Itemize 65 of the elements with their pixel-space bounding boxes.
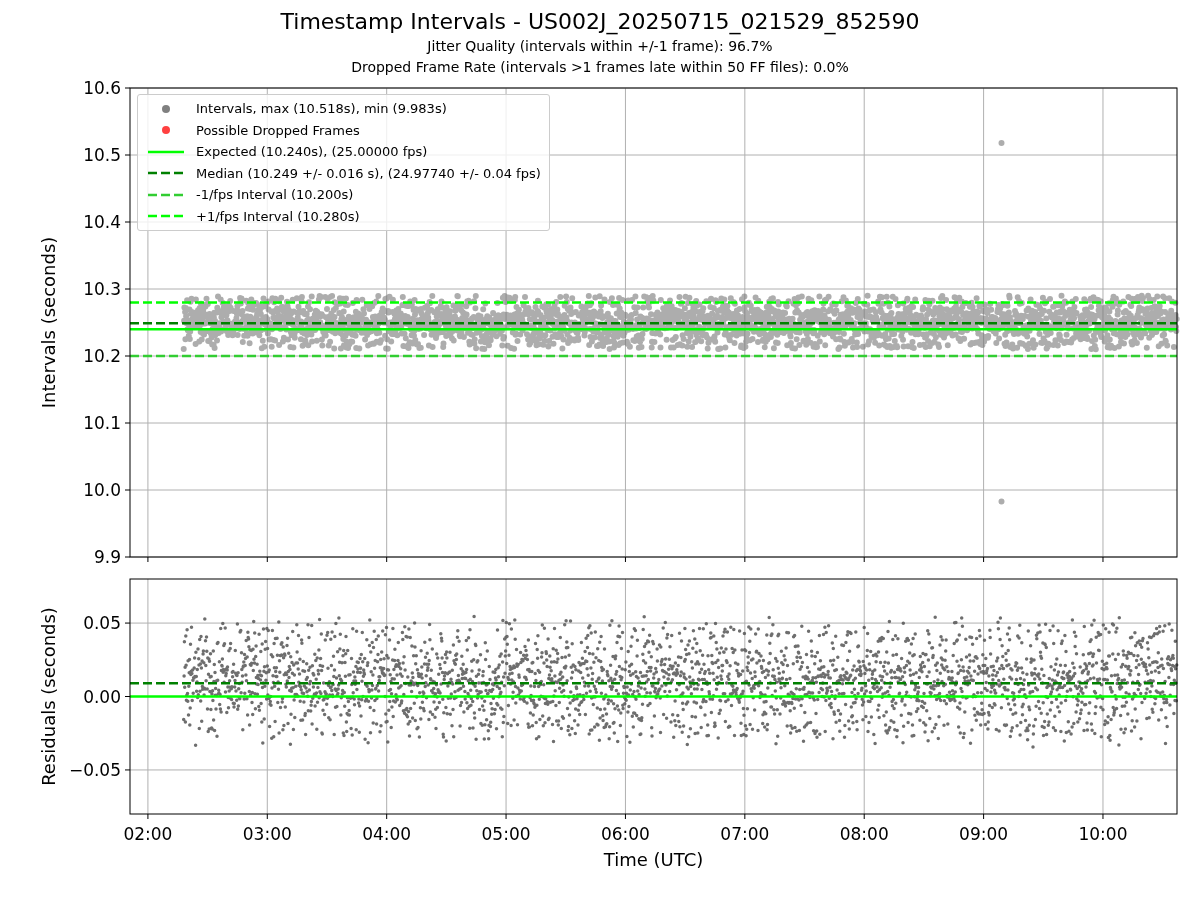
x-tick-label: 06:00 xyxy=(600,824,650,844)
y-tick-label: 0.05 xyxy=(83,613,121,634)
y-tick-label: −0.05 xyxy=(68,759,121,780)
tick-mark xyxy=(124,769,131,771)
tick-mark xyxy=(266,813,268,820)
legend-line-icon xyxy=(148,215,184,218)
tick-mark xyxy=(124,422,131,424)
tick-mark xyxy=(1102,813,1104,820)
tick-mark xyxy=(624,556,626,563)
tick-mark xyxy=(744,813,746,820)
tick-mark xyxy=(147,813,149,820)
y-tick-label: 10.4 xyxy=(83,212,121,232)
y-tick-label: 10.6 xyxy=(83,78,121,98)
tick-mark xyxy=(124,288,131,290)
x-tick-label: 05:00 xyxy=(481,824,531,844)
legend-label: Intervals, max (10.518s), min (9.983s) xyxy=(196,100,447,118)
tick-mark xyxy=(863,813,865,820)
chart-subtitle: Dropped Frame Rate (intervals >1 frames late within 50 FF files): 0.0% xyxy=(351,58,849,77)
tick-mark xyxy=(124,622,131,624)
x-tick-label: 09:00 xyxy=(959,824,1009,844)
tick-mark xyxy=(1102,556,1104,563)
legend-line-icon xyxy=(148,150,184,153)
tick-mark xyxy=(124,696,131,697)
y-axis-label: Residuals (seconds) xyxy=(38,607,59,786)
y-tick-label: 10.0 xyxy=(83,480,121,500)
y-tick-label: 10.1 xyxy=(83,413,121,433)
tick-mark xyxy=(124,87,131,89)
y-tick-label: 10.3 xyxy=(83,279,121,299)
tick-mark xyxy=(624,813,626,820)
legend-label: -1/fps Interval (10.200s) xyxy=(196,186,354,204)
y-tick-label: 9.9 xyxy=(93,547,121,567)
tick-mark xyxy=(124,154,131,156)
x-tick-label: 03:00 xyxy=(242,824,292,844)
tick-mark xyxy=(266,556,268,563)
tick-mark xyxy=(863,556,865,563)
y-tick-label: 10.5 xyxy=(83,145,121,165)
x-tick-label: 08:00 xyxy=(839,824,889,844)
x-tick-label: 02:00 xyxy=(123,824,173,844)
x-axis-label: Time (UTC) xyxy=(603,849,704,870)
legend-line-icon xyxy=(148,172,184,175)
y-axis-label: Intervals (seconds) xyxy=(38,236,59,409)
legend-label: +1/fps Interval (10.280s) xyxy=(196,207,360,225)
tick-mark xyxy=(124,221,131,223)
x-tick-label: 04:00 xyxy=(362,824,412,844)
tick-mark xyxy=(124,489,131,491)
tick-mark xyxy=(386,813,388,820)
y-tick-label: 0.00 xyxy=(83,686,121,707)
legend-label: Expected (10.240s), (25.00000 fps) xyxy=(196,143,428,161)
legend-line-icon xyxy=(148,193,184,196)
x-tick-label: 10:00 xyxy=(1078,824,1128,844)
tick-mark xyxy=(744,556,746,563)
tick-mark xyxy=(983,556,985,563)
tick-mark xyxy=(386,556,388,563)
tick-mark xyxy=(124,556,131,558)
x-tick-label: 07:00 xyxy=(720,824,770,844)
tick-mark xyxy=(983,813,985,820)
tick-mark xyxy=(124,355,131,357)
legend-label: Median (10.249 +/- 0.016 s), (24.97740 +/- 0.04 fps) xyxy=(196,164,541,182)
chart-title: Timestamp Intervals - US002J_20250715_021529_852590 xyxy=(280,8,920,36)
tick-mark xyxy=(505,813,507,820)
legend-label: Possible Dropped Frames xyxy=(196,121,360,139)
tick-mark xyxy=(505,556,507,563)
chart-subtitle: Jitter Quality (intervals within +/-1 frame): 96.7% xyxy=(427,37,773,56)
y-tick-label: 10.2 xyxy=(83,346,121,366)
tick-mark xyxy=(147,556,149,563)
